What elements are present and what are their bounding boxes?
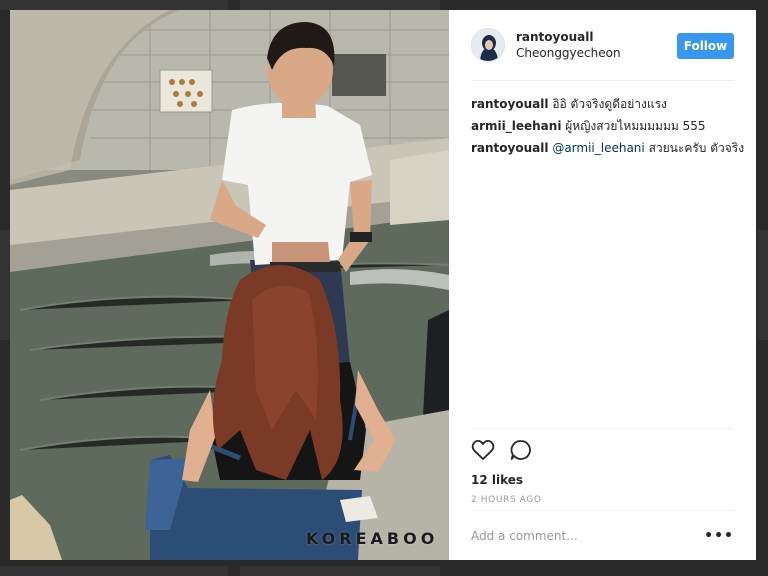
heart-icon[interactable] [471,439,495,465]
more-options-icon[interactable]: ••• [704,528,734,544]
username-link[interactable]: rantoyouall [516,29,621,45]
comment-icon[interactable] [509,438,533,466]
comment-text: อิอิ ตัวจริงดูดีอย่างแรง [552,97,667,111]
add-comment-bar: ••• [471,510,734,560]
comment-input[interactable] [471,528,705,543]
comment-username[interactable]: rantoyouall [471,141,548,155]
comment-item: rantoyouall @armii_leehani สวยนะครับ ตัว… [471,137,744,159]
comment-text: ผู้หญิงสวยไหมมมมมม 555 [565,119,706,133]
post-header: rantoyouall Cheonggyecheon Follow [471,10,734,81]
like-count[interactable]: 12 likes [471,473,734,487]
comment-item: armii_leehani ผู้หญิงสวยไหมมมมมม 555 [471,115,734,137]
location-link[interactable]: Cheonggyecheon [516,45,621,61]
comment-username[interactable]: armii_leehani [471,119,561,133]
post-actions: 12 likes 2 HOURS AGO [471,428,734,505]
avatar[interactable] [471,28,505,62]
comment-username[interactable]: rantoyouall [471,97,548,111]
comment-mention-link[interactable]: @armii_leehani [552,141,644,155]
comments-list: rantoyouall อิอิ ตัวจริงดูดีอย่างแรง arm… [471,93,744,159]
comment-text: สวยนะครับ ตัวจริง [648,141,745,155]
action-icons [471,439,734,465]
post-photo[interactable]: KOREABOO [10,10,449,560]
comment-item: rantoyouall อิอิ ตัวจริงดูดีอย่างแรง [471,93,734,115]
user-meta: rantoyouall Cheonggyecheon [516,29,621,61]
post-side-panel: rantoyouall Cheonggyecheon Follow rantoy… [449,10,756,560]
post-modal: KOREABOO rantoyouall Cheonggyecheon Foll… [10,10,756,560]
photo-watermark: KOREABOO [306,529,439,548]
post-timestamp[interactable]: 2 HOURS AGO [471,495,734,505]
avatar-image [472,29,504,61]
follow-button[interactable]: Follow [677,33,734,59]
photo-illustration [10,10,449,560]
